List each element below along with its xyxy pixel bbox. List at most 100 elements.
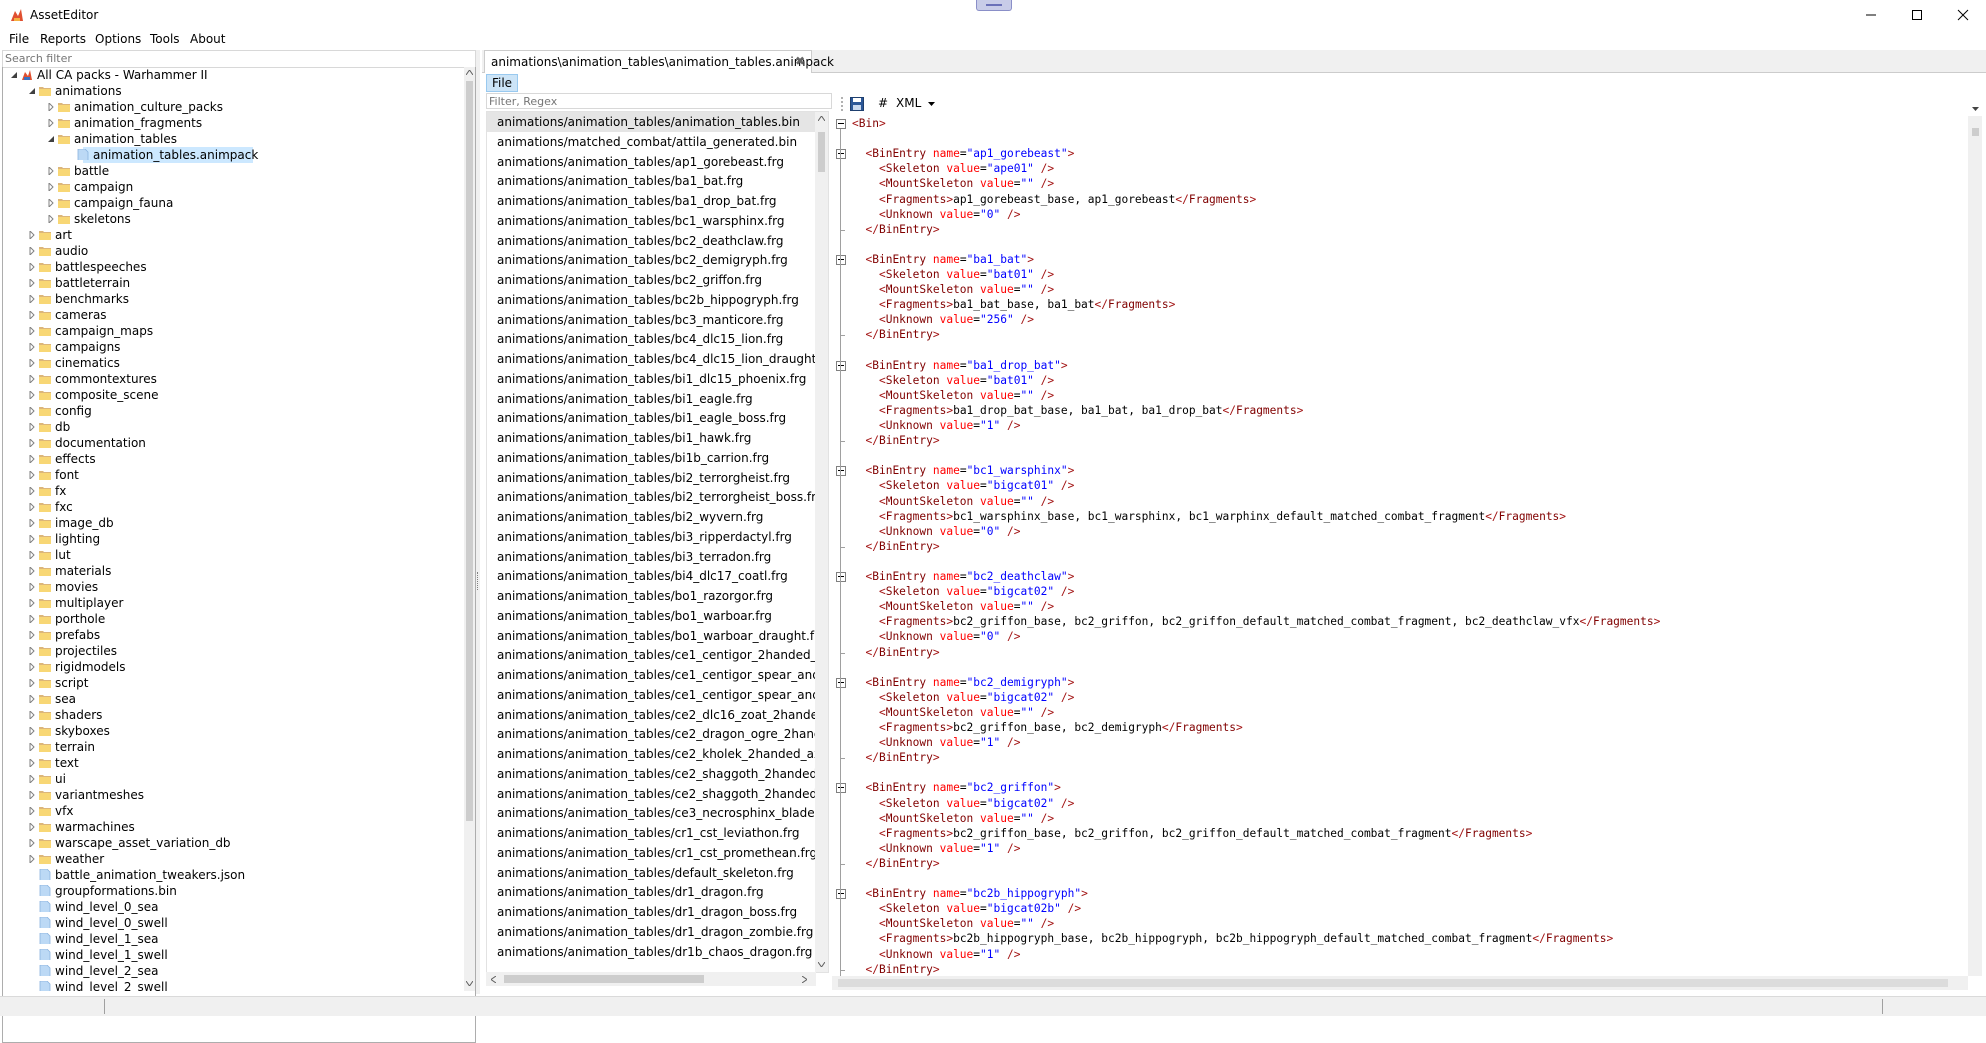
file-list-item[interactable]: animations/animation_tables/default_skel…	[487, 863, 816, 883]
collapsed-arrow-icon[interactable]	[29, 343, 35, 351]
collapsed-arrow-icon[interactable]	[29, 551, 35, 559]
fold-toggle-icon[interactable]	[836, 783, 846, 794]
file-list-item[interactable]: animations/animation_tables/bc3_manticor…	[487, 310, 816, 330]
collapsed-arrow-icon[interactable]	[48, 119, 54, 127]
tree-item[interactable]: commontextures	[3, 371, 464, 387]
file-list-item[interactable]: animations/animation_tables/bi4_dlc17_co…	[487, 566, 816, 586]
tree-item[interactable]: lighting	[3, 531, 464, 547]
tree-scroll-thumb[interactable]	[466, 81, 473, 821]
file-list-item[interactable]: animations/animation_tables/ce1_centigor…	[487, 685, 816, 705]
fold-toggle-icon[interactable]	[836, 677, 846, 688]
xml-editor[interactable]: <Bin> <BinEntry name="ap1_gorebeast"> <S…	[832, 116, 1968, 976]
tree-item[interactable]: skyboxes	[3, 723, 464, 739]
fold-toggle-icon[interactable]	[836, 466, 846, 477]
file-list-item[interactable]: animations/animation_tables/dr1_dragon_z…	[487, 922, 816, 942]
tree-item[interactable]: battle_animation_tweakers.json	[3, 867, 464, 883]
line-numbers-toggle[interactable]: #	[878, 96, 888, 110]
tree-item[interactable]: wind_level_1_sea	[3, 931, 464, 947]
collapsed-arrow-icon[interactable]	[29, 711, 35, 719]
file-list-item[interactable]: animations/animation_tables/bi3_terradon…	[487, 547, 816, 567]
file-list-item[interactable]: animations/animation_tables/ba1_drop_bat…	[487, 191, 816, 211]
file-list-item[interactable]: animations/animation_tables/bi1b_carrion…	[487, 448, 816, 468]
list-scroll-up-icon[interactable]	[818, 116, 825, 121]
fold-toggle-icon[interactable]	[836, 889, 846, 900]
collapsed-arrow-icon[interactable]	[29, 695, 35, 703]
file-list-item[interactable]: animations/animation_tables/bi1_eagle.fr…	[487, 389, 816, 409]
collapsed-arrow-icon[interactable]	[48, 183, 54, 191]
file-menu-button[interactable]: File	[486, 74, 518, 92]
file-list-item[interactable]: animations/animation_tables/dr1b_chaos_d…	[487, 942, 816, 962]
fold-toggle-icon[interactable]	[836, 119, 846, 129]
collapsed-arrow-icon[interactable]	[29, 359, 35, 367]
tree-item[interactable]: rigidmodels	[3, 659, 464, 675]
collapsed-arrow-icon[interactable]	[29, 391, 35, 399]
tree-item[interactable]: terrain	[3, 739, 464, 755]
file-list-item[interactable]: animations/animation_tables/bi2_wyvern.f…	[487, 507, 816, 527]
tree-item[interactable]: weather	[3, 851, 464, 867]
file-list-item[interactable]: animations/animation_tables/bc2_griffon.…	[487, 270, 816, 290]
list-scroll-thumb[interactable]	[818, 132, 825, 172]
collapsed-arrow-icon[interactable]	[29, 567, 35, 575]
collapsed-arrow-icon[interactable]	[29, 647, 35, 655]
tree-item[interactable]: effects	[3, 451, 464, 467]
file-list-item[interactable]: animations/animation_tables/ce2_kholek_2…	[487, 744, 816, 764]
tree-item[interactable]: art	[3, 227, 464, 243]
tree-item[interactable]: fx	[3, 483, 464, 499]
collapsed-arrow-icon[interactable]	[29, 247, 35, 255]
file-list-item[interactable]: animations/animation_tables/bc4_dlc15_li…	[487, 329, 816, 349]
tab-close-icon[interactable]: ✖	[795, 54, 805, 68]
file-list-item[interactable]: animations/animation_tables/bo1_warboar_…	[487, 626, 816, 646]
file-list-item[interactable]: animations/animation_tables/bo1_razorgor…	[487, 586, 816, 606]
tree-item[interactable]: All CA packs - Warhammer II	[3, 67, 464, 83]
tree-item[interactable]: campaign_fauna	[3, 195, 464, 211]
collapsed-arrow-icon[interactable]	[29, 759, 35, 767]
tree-item[interactable]: prefabs	[3, 627, 464, 643]
file-list-item[interactable]: animations/animation_tables/bc2b_hippogr…	[487, 290, 816, 310]
tree-item[interactable]: campaign_maps	[3, 323, 464, 339]
file-list-item[interactable]: animations/animation_tables/bi3_ripperda…	[487, 527, 816, 547]
file-list-item[interactable]: animations/animation_tables/ce3_necrosph…	[487, 803, 816, 823]
file-list-item[interactable]: animations/animation_tables/bc2_deathcla…	[487, 231, 816, 251]
tree-item[interactable]: battle	[3, 163, 464, 179]
tree-item[interactable]: wind_level_1_swell	[3, 947, 464, 963]
tree-item[interactable]: projectiles	[3, 643, 464, 659]
save-icon[interactable]	[850, 97, 864, 111]
fold-toggle-icon[interactable]	[836, 360, 846, 371]
tree-vertical-scrollbar[interactable]	[464, 67, 475, 991]
tree-item[interactable]: campaign	[3, 179, 464, 195]
tree-item[interactable]: wind_level_2_sea	[3, 963, 464, 979]
minimize-button[interactable]	[1848, 0, 1894, 30]
file-list-item[interactable]: animations/animation_tables/ce2_shaggoth…	[487, 764, 816, 784]
file-list-item[interactable]: animations/animation_tables/bi1_eagle_bo…	[487, 408, 816, 428]
drag-grip[interactable]	[976, 0, 1012, 11]
collapsed-arrow-icon[interactable]	[29, 823, 35, 831]
collapsed-arrow-icon[interactable]	[29, 487, 35, 495]
collapsed-arrow-icon[interactable]	[29, 663, 35, 671]
tree-item[interactable]: documentation	[3, 435, 464, 451]
tree-item[interactable]: script	[3, 675, 464, 691]
file-list-item[interactable]: animations/animation_tables/bc1_warsphin…	[487, 211, 816, 231]
expanded-arrow-icon[interactable]	[11, 71, 17, 79]
collapsed-arrow-icon[interactable]	[29, 327, 35, 335]
panel-splitter[interactable]	[476, 50, 480, 994]
collapsed-arrow-icon[interactable]	[29, 583, 35, 591]
tree-item[interactable]: fxc	[3, 499, 464, 515]
tree-item[interactable]: cameras	[3, 307, 464, 323]
file-list-item[interactable]: animations/animation_tables/bo1_warboar.…	[487, 606, 816, 626]
file-list-item[interactable]: animations/animation_tables/bc4_dlc15_li…	[487, 349, 816, 369]
tree-item[interactable]: campaigns	[3, 339, 464, 355]
tree-item[interactable]: db	[3, 419, 464, 435]
collapsed-arrow-icon[interactable]	[29, 279, 35, 287]
collapsed-arrow-icon[interactable]	[29, 295, 35, 303]
fold-toggle-icon[interactable]	[836, 572, 846, 582]
collapsed-arrow-icon[interactable]	[29, 439, 35, 447]
tree-item[interactable]: movies	[3, 579, 464, 595]
collapsed-arrow-icon[interactable]	[48, 215, 54, 223]
collapsed-arrow-icon[interactable]	[29, 535, 35, 543]
file-list-item[interactable]: animations/animation_tables/ce1_centigor…	[487, 665, 816, 685]
scroll-down-icon[interactable]	[466, 981, 473, 986]
collapsed-arrow-icon[interactable]	[29, 615, 35, 623]
file-list-item[interactable]: animations/animation_tables/bi1_hawk.frg	[487, 428, 816, 448]
collapsed-arrow-icon[interactable]	[29, 727, 35, 735]
editor-vertical-scrollbar[interactable]	[1968, 116, 1982, 976]
